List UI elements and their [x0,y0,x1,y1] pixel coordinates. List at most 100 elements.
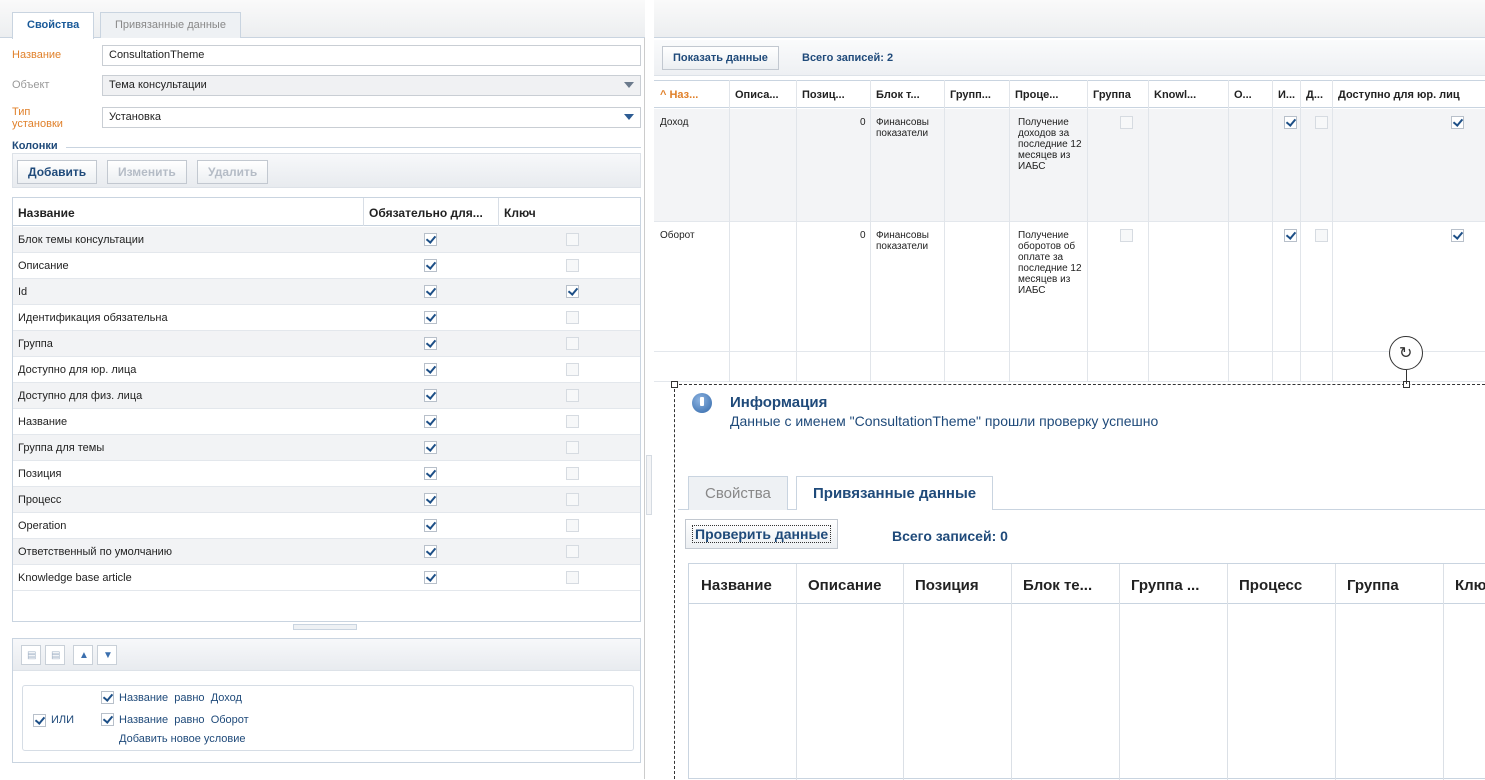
key-checkbox[interactable] [566,415,579,428]
table-row[interactable]: Группа для темы [13,435,640,461]
tab-linked-data[interactable]: Привязанные данные [100,12,241,38]
table-row[interactable]: Доступно для физ. лица [13,383,640,409]
chevron-down-icon[interactable] [624,114,634,120]
condition-checkbox[interactable] [101,713,114,726]
tab-properties[interactable]: Свойства [688,476,788,510]
table-row[interactable]: Позиция [13,461,640,487]
column-header[interactable]: Позиция [915,577,979,594]
move-down-icon[interactable]: ▼ [97,645,117,665]
resize-handle[interactable] [671,381,678,388]
condition-checkbox[interactable] [101,691,114,704]
key-checkbox[interactable] [566,467,579,480]
table-row[interactable]: Процесс [13,487,640,513]
key-checkbox[interactable] [566,233,579,246]
required-checkbox[interactable] [424,467,437,480]
column-header[interactable]: Групп... [950,89,991,101]
header-key[interactable]: Ключ [504,206,536,220]
column-header[interactable]: Группа [1347,577,1399,594]
add-condition-link[interactable]: Добавить новое условие [119,733,246,745]
column-header[interactable]: Группа [1093,89,1131,101]
condition-value[interactable]: Оборот [211,714,249,726]
required-checkbox[interactable] [424,311,437,324]
cell-checkbox[interactable] [1451,116,1464,129]
required-checkbox[interactable] [424,233,437,246]
key-checkbox[interactable] [566,259,579,272]
check-data-button[interactable]: Проверить данные [685,519,839,549]
operator-label[interactable]: ИЛИ [51,714,74,726]
column-header[interactable]: Проце... [1015,89,1058,101]
cell-checkbox[interactable] [1451,229,1464,242]
required-checkbox[interactable] [424,493,437,506]
key-checkbox[interactable] [566,571,579,584]
cell-checkbox[interactable] [1120,116,1133,129]
edit-button[interactable]: Изменить [107,160,187,184]
condition-1[interactable]: Название равно Доход [119,692,242,704]
rotate-handle[interactable]: ↻ [1389,336,1423,370]
condition-2[interactable]: Название равно Оборот [119,714,249,726]
key-checkbox[interactable] [566,285,579,298]
cell-checkbox[interactable] [1284,229,1297,242]
key-checkbox[interactable] [566,545,579,558]
required-checkbox[interactable] [424,571,437,584]
table-row[interactable]: Operation [13,513,640,539]
table-row[interactable]: Id [13,279,640,305]
group-checkbox[interactable] [33,714,46,727]
required-checkbox[interactable] [424,259,437,272]
column-header[interactable]: И... [1278,89,1295,101]
tab-linked-data[interactable]: Привязанные данные [796,476,994,511]
delete-button[interactable]: Удалить [197,160,269,184]
column-header[interactable]: Клю [1455,577,1485,594]
column-header[interactable]: Процесс [1239,577,1302,594]
table-row[interactable] [654,352,1485,382]
required-checkbox[interactable] [424,389,437,402]
condition-op[interactable]: равно [174,692,204,704]
key-checkbox[interactable] [566,519,579,532]
table-row[interactable]: Идентификация обязательна [13,305,640,331]
horizontal-splitter[interactable] [293,624,357,630]
required-checkbox[interactable] [424,441,437,454]
tab-properties[interactable]: Свойства [12,12,95,39]
table-row[interactable]: Группа [13,331,640,357]
name-field[interactable]: ConsultationTheme [102,45,641,66]
add-button[interactable]: Добавить [17,160,98,184]
table-row[interactable]: Название [13,409,640,435]
column-header[interactable]: О... [1234,89,1252,101]
table-row[interactable]: Knowledge base article [13,565,640,591]
required-checkbox[interactable] [424,363,437,376]
table-row[interactable]: Блок темы консультации [13,227,640,253]
key-checkbox[interactable] [566,363,579,376]
table-row[interactable]: Описание [13,253,640,279]
column-header[interactable]: ^ Наз... [660,89,698,101]
column-header[interactable]: Knowl... [1154,89,1196,101]
table-row[interactable]: Доход 0 Финансовы показатели Получение дохо… [654,109,1485,222]
cell-checkbox[interactable] [1284,116,1297,129]
table-row[interactable]: Оборот 0 Финансовы показатели Получение обо… [654,222,1485,352]
required-checkbox[interactable] [424,337,437,350]
column-header[interactable]: Описа... [735,89,779,101]
column-header[interactable]: Блок т... [876,89,920,101]
show-data-button[interactable]: Показать данные [662,46,779,70]
column-header[interactable]: Позиц... [802,89,845,101]
key-checkbox[interactable] [566,311,579,324]
condition-field[interactable]: Название [119,692,168,704]
required-checkbox[interactable] [424,519,437,532]
column-header[interactable]: Доступно для юр. лиц [1338,89,1460,101]
cell-checkbox[interactable] [1315,116,1328,129]
install-type-select[interactable]: Установка [102,107,641,128]
outdent-icon[interactable]: ▤ [45,645,65,665]
required-checkbox[interactable] [424,285,437,298]
indent-icon[interactable]: ▤ [21,645,41,665]
column-header[interactable]: Д... [1306,89,1323,101]
column-header[interactable]: Группа ... [1131,577,1199,594]
key-checkbox[interactable] [566,337,579,350]
required-checkbox[interactable] [424,415,437,428]
header-name[interactable]: Название [18,206,75,220]
required-checkbox[interactable] [424,545,437,558]
condition-field[interactable]: Название [119,714,168,726]
cell-checkbox[interactable] [1120,229,1133,242]
vertical-splitter[interactable] [646,455,652,515]
table-row[interactable]: Доступно для юр. лица [13,357,640,383]
condition-op[interactable]: равно [174,714,204,726]
column-header[interactable]: Блок те... [1023,577,1092,594]
key-checkbox[interactable] [566,441,579,454]
